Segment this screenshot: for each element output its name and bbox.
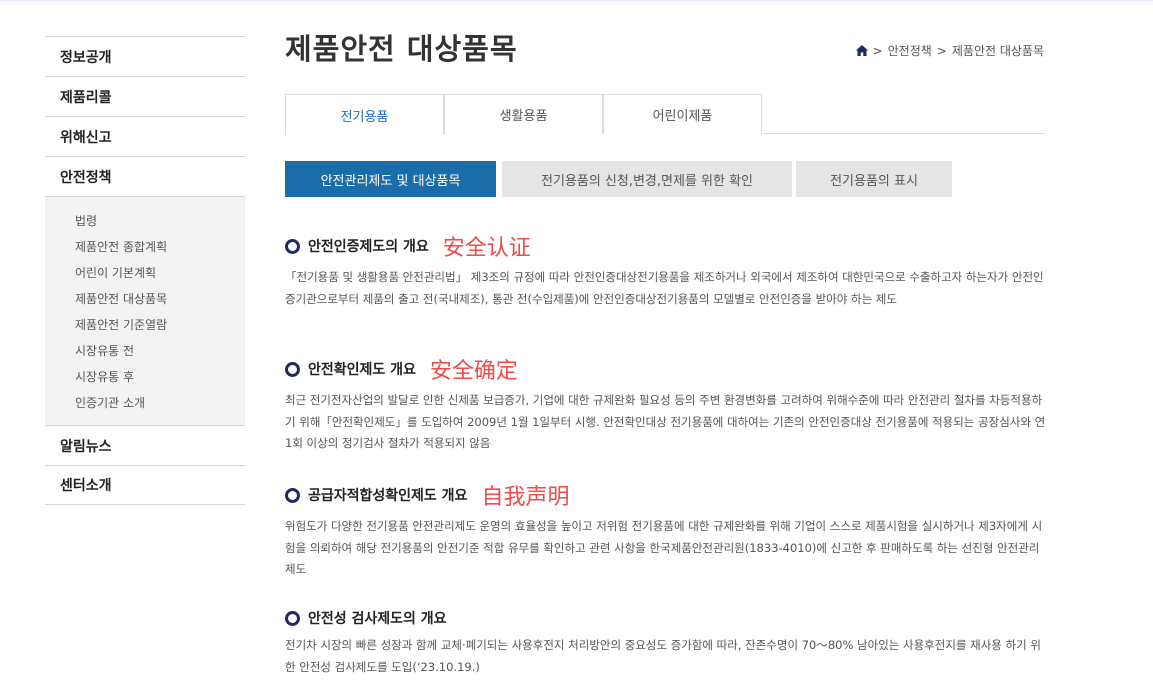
section-safety-certification: 안전인증제도의 개요 安全认证 「전기용품 및 생활용품 안전관리법」 제3조의… — [285, 231, 1047, 310]
submenu-item-standards[interactable]: 제품안전 기준열람 — [45, 312, 245, 338]
submenu-item-target-products[interactable]: 제품안전 대상품목 — [45, 286, 245, 312]
submenu-item-law[interactable]: 법령 — [45, 208, 245, 234]
submenu-item-post-market[interactable]: 시장유통 후 — [45, 364, 245, 390]
home-icon[interactable] — [855, 45, 868, 56]
subtab-labeling[interactable]: 전기용품의 표시 — [796, 161, 952, 197]
submenu-item-master-plan[interactable]: 제품안전 종합계획 — [45, 234, 245, 260]
submenu-item-child-plan[interactable]: 어린이 기본계획 — [45, 260, 245, 286]
tab-electrical[interactable]: 전기용품 — [285, 94, 444, 135]
page-title: 제품안전 대상품목 — [285, 32, 518, 66]
bullet-icon — [285, 610, 300, 626]
breadcrumb-item-current: 제품안전 대상품목 — [951, 44, 1044, 58]
section-title: 안전성 검사제도의 개요 — [308, 611, 447, 627]
category-tabs: 전기용품 생활용품 어린이제품 — [285, 94, 1045, 135]
section-title: 안전인증제도의 개요 — [308, 239, 429, 255]
sidebar-nav: 정보공개 제품리콜 위해신고 안전정책 법령 제품안전 종합계획 어린이 기본계… — [45, 36, 245, 505]
section-body: 「전기용품 및 생활용품 안전관리법」 제3조의 규정에 따라 안전인증대상전기… — [285, 270, 1044, 306]
bullet-icon — [285, 487, 300, 503]
top-border — [0, 0, 1153, 6]
section-body: 전기차 시장의 빠른 성장과 함께 교체·폐기되는 사용후전지 처리방안의 중요… — [285, 638, 1041, 674]
tab-living[interactable]: 생활용품 — [444, 94, 603, 134]
section-safety-inspection: 안전성 검사제도의 개요 전기차 시장의 빠른 성장과 함께 교체·폐기되는 사… — [285, 603, 1047, 678]
section-title: 안전확인제도 개요 — [308, 362, 416, 378]
breadcrumb-separator: > — [872, 43, 883, 58]
submenu-item-pre-market[interactable]: 시장유통 전 — [45, 338, 245, 364]
sidebar-item-policy[interactable]: 안전정책 — [45, 156, 245, 196]
subtab-application-confirmation[interactable]: 전기용품의 신청,변경,면제를 위한 확인 — [502, 161, 792, 197]
sidebar-item-about[interactable]: 센터소개 — [45, 465, 245, 505]
sidebar-item-news[interactable]: 알림뉴스 — [45, 425, 245, 465]
bullet-icon — [285, 361, 300, 377]
breadcrumb-separator: > — [936, 43, 947, 58]
sidebar-item-report[interactable]: 위해신고 — [45, 116, 245, 156]
sidebar-submenu: 법령 제품안전 종합계획 어린이 기본계획 제품안전 대상품목 제품안전 기준열… — [45, 196, 245, 425]
sidebar-item-recall[interactable]: 제품리콜 — [45, 76, 245, 116]
section-annotation: 安全确定 — [429, 359, 518, 384]
section-safety-confirmation: 안전확인제도 개요 安全确定 최근 전기전자산업의 발달로 인한 신제품 보급증… — [285, 354, 1047, 455]
section-annotation: 安全认证 — [442, 236, 531, 261]
submenu-item-cert-bodies[interactable]: 인증기관 소개 — [45, 390, 245, 416]
section-body: 최근 전기전자산업의 발달로 인한 신제품 보급증가, 기업에 대한 규제완화 … — [285, 393, 1046, 450]
breadcrumb-item-policy[interactable]: 안전정책 — [888, 42, 932, 59]
bullet-icon — [285, 238, 300, 254]
section-body: 위험도가 다양한 전기용품 안전관리제도 운영의 효율성을 높이고 저위험 전기… — [285, 519, 1043, 576]
subtab-system-and-items[interactable]: 안전관리제도 및 대상품목 — [285, 161, 496, 197]
section-title: 공급자적합성확인제도 개요 — [308, 488, 468, 504]
section-annotation: 自我声明 — [481, 485, 570, 510]
section-supplier-conformity: 공급자적합성확인제도 개요 自我声明 위험도가 다양한 전기용품 안전관리제도 … — [285, 480, 1047, 581]
tab-children[interactable]: 어린이제품 — [603, 94, 762, 134]
sidebar-item-info[interactable]: 정보공개 — [45, 36, 245, 76]
breadcrumb: > 안전정책 > 제품안전 대상품목 — [855, 42, 1044, 59]
